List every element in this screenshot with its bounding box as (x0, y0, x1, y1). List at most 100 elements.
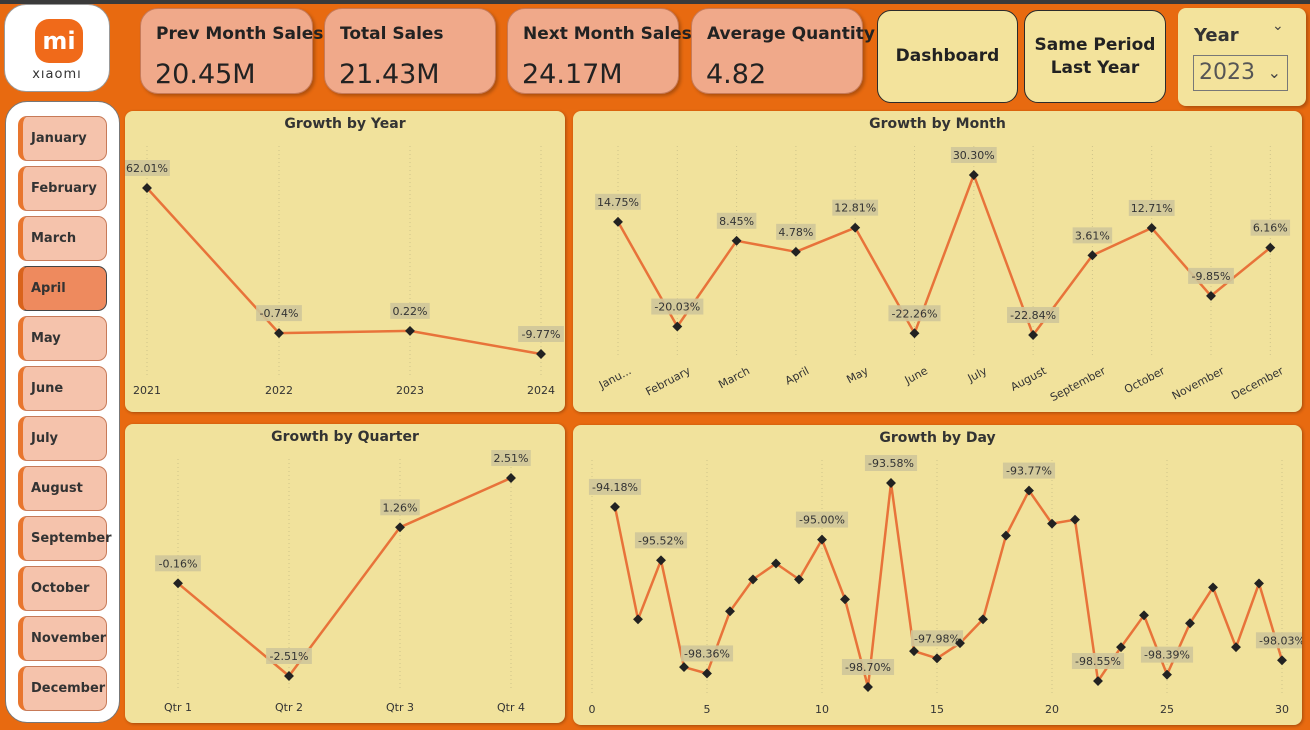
x-tick-label: 5 (704, 703, 711, 716)
month-slicer: January February March April May June Ju… (5, 101, 120, 723)
data-label: -0.74% (260, 307, 299, 320)
chart-title: Growth by Year (284, 116, 406, 132)
x-tick-label: Qtr 1 (164, 701, 192, 714)
data-label: -95.52% (638, 534, 684, 547)
growth-by-day-chart: -94.18% -95.52% -98.36% -95.00% -98.70% -93.5… (589, 455, 1302, 716)
data-label: 6.16% (1253, 222, 1288, 235)
same-period-button-label: Same Period Last Year (1035, 34, 1156, 80)
month-label: July (31, 431, 59, 446)
month-button-september[interactable]: September (18, 516, 112, 561)
data-label: 3.61% (1075, 229, 1110, 242)
series-line (146, 187, 542, 356)
x-tick-label: April (783, 364, 811, 387)
data-point (1070, 514, 1080, 525)
dashboard-button[interactable]: Dashboard (877, 10, 1018, 103)
year-dropdown-value: 2023 (1199, 60, 1255, 85)
data-label: 30.30% (953, 149, 995, 162)
data-label: 8.45% (719, 215, 754, 228)
month-button-june[interactable]: June (18, 366, 107, 411)
x-tick-label: December (1229, 364, 1286, 402)
x-tick-label: Qtr 4 (497, 701, 525, 714)
month-label: April (31, 281, 66, 296)
x-tick-label: Qtr 2 (275, 701, 303, 714)
data-label: -98.39% (1144, 649, 1190, 662)
month-label: May (31, 331, 61, 346)
x-tick-label: 30 (1275, 703, 1289, 716)
same-period-label-line2: Last Year (1050, 57, 1140, 78)
month-label: October (31, 581, 90, 596)
top-strip (0, 0, 1310, 4)
chevron-down-icon: ⌄ (1267, 63, 1281, 82)
kpi-value: 4.82 (706, 59, 767, 90)
month-button-may[interactable]: May (18, 316, 107, 361)
kpi-card-next-month-sales: Next Month Sales 24.17M (507, 8, 692, 94)
x-tick-label: 0 (589, 703, 596, 716)
data-point (863, 682, 873, 692)
month-button-april[interactable]: April (18, 266, 107, 311)
data-point (506, 473, 516, 483)
data-point (679, 662, 689, 673)
data-point (536, 349, 546, 359)
x-tick-label: May (844, 364, 871, 386)
data-point (1162, 669, 1172, 680)
x-tick-label: November (1170, 364, 1227, 403)
x-tick-label: 25 (1160, 703, 1174, 716)
data-point (817, 534, 827, 545)
month-button-august[interactable]: August (18, 466, 107, 511)
year-slicer-label: Year (1194, 25, 1239, 46)
data-point (1254, 578, 1264, 589)
month-label: December (31, 681, 106, 696)
month-label: June (31, 381, 64, 396)
data-label: -98.55% (1075, 655, 1121, 668)
month-button-july[interactable]: July (18, 416, 107, 461)
growth-by-quarter-panel: -0.16% Qtr 1 -2.51% Qtr 2 1.26% Qtr 3 2.51% Qtr… (125, 424, 565, 723)
growth-by-month-chart: 14.75% Janu... -20.03% February 8.45% March 4.… (595, 146, 1291, 404)
data-label: 12.81% (834, 202, 876, 215)
x-tick-label: October (1122, 364, 1167, 396)
data-label: -9.77% (522, 328, 561, 341)
growth-by-quarter-chart: -0.16% Qtr 1 -2.51% Qtr 2 1.26% Qtr 3 2.51% Qtr… (155, 450, 531, 714)
mi-logo-icon: mi (35, 19, 83, 63)
x-tick-label: 10 (815, 703, 829, 716)
data-point (850, 222, 861, 233)
year-dropdown[interactable]: 2023 ⌄ (1193, 55, 1288, 91)
month-button-november[interactable]: November (18, 616, 107, 661)
data-point (613, 216, 623, 227)
chevron-down-icon[interactable]: ⌄ (1272, 18, 1284, 34)
month-button-february[interactable]: February (18, 166, 107, 211)
kpi-value: 24.17M (522, 59, 623, 90)
x-tick-label: Qtr 3 (386, 701, 414, 714)
kpi-card-prev-month-sales: Prev Month Sales 20.45M (140, 8, 323, 94)
x-tick-label: 2022 (265, 384, 293, 397)
month-label: March (31, 231, 77, 246)
month-button-december[interactable]: December (18, 666, 107, 711)
month-button-january[interactable]: January (18, 116, 107, 161)
chart-title: Growth by Day (879, 430, 996, 446)
series-line (616, 173, 1272, 337)
same-period-last-year-button[interactable]: Same Period Last Year (1024, 10, 1166, 103)
kpi-label: Next Month Sales (523, 24, 692, 44)
growth-by-year-chart: 62.01% 2021 -0.74% 2022 0.22% 2023 -9.77% 2024 (125, 146, 564, 397)
data-point (1001, 530, 1011, 541)
x-tick-label: March (716, 364, 752, 391)
month-button-october[interactable]: October (18, 566, 107, 611)
data-label: 14.75% (597, 196, 639, 209)
data-label: 4.78% (778, 226, 813, 239)
data-point (1277, 655, 1287, 666)
logo-text: xıaomı (32, 67, 82, 82)
x-tick-label: 2024 (527, 384, 555, 397)
kpi-value: 21.43M (339, 59, 440, 90)
data-point (790, 246, 801, 257)
data-point (968, 170, 979, 180)
data-label: -95.00% (799, 514, 845, 527)
data-point (405, 325, 415, 336)
data-label: -98.03% (1259, 634, 1302, 647)
x-tick-label: 2023 (396, 384, 424, 397)
month-label: November (31, 631, 107, 646)
data-label: 2.51% (494, 452, 529, 465)
data-label: -0.16% (159, 557, 198, 570)
month-button-march[interactable]: March (18, 216, 107, 261)
data-point (633, 614, 643, 625)
data-point (656, 555, 666, 566)
data-point (840, 594, 850, 605)
